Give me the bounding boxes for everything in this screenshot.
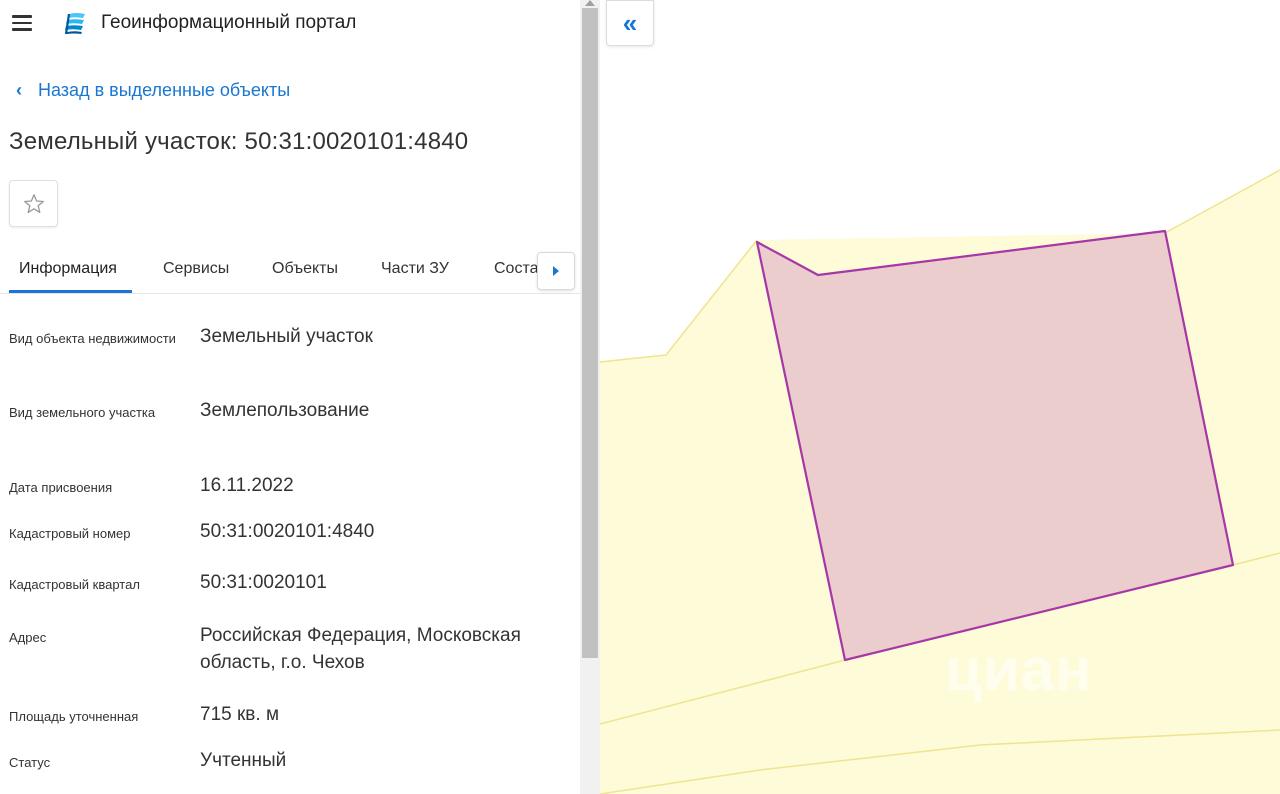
tabs-scroll-right-button[interactable] bbox=[537, 252, 575, 290]
active-tab-indicator bbox=[9, 290, 132, 293]
back-to-selected-link[interactable]: ‹ Назад в выделенные объекты bbox=[16, 80, 290, 101]
property-label-cadastral-number: Кадастровый номер bbox=[9, 526, 131, 541]
property-value-realty-type: Земельный участок bbox=[200, 326, 373, 347]
tab-bar: Информация Сервисы Объекты Части ЗУ Сост… bbox=[0, 248, 580, 294]
tab-information[interactable]: Информация bbox=[19, 260, 117, 278]
scrollbar-thumb[interactable] bbox=[582, 8, 598, 658]
property-label-address: Адрес bbox=[9, 630, 47, 645]
hamburger-menu-icon[interactable] bbox=[12, 15, 32, 31]
favorite-button[interactable] bbox=[9, 180, 58, 227]
property-value-cadastral-quarter: 50:31:0020101 bbox=[200, 572, 327, 593]
map-canvas[interactable]: циан bbox=[600, 0, 1280, 794]
property-label-assign-date: Дата присвоения bbox=[9, 480, 113, 495]
property-label-cadastral-quarter: Кадастровый квартал bbox=[9, 577, 140, 592]
double-chevron-left-icon: « bbox=[622, 7, 638, 38]
collapse-panel-button[interactable]: « bbox=[606, 0, 654, 46]
tab-parcel-parts[interactable]: Части ЗУ bbox=[381, 260, 449, 278]
caret-right-icon bbox=[553, 266, 559, 276]
property-label-status: Статус bbox=[9, 755, 51, 770]
property-label-area: Площадь уточненная bbox=[9, 709, 139, 724]
map-svg bbox=[600, 169, 1280, 794]
property-value-cadastral-number: 50:31:0020101:4840 bbox=[200, 521, 375, 542]
cian-watermark: циан bbox=[945, 636, 1093, 703]
tab-objects[interactable]: Объекты bbox=[272, 260, 338, 278]
page-title: Земельный участок: 50:31:0020101:4840 bbox=[9, 128, 469, 155]
app-title: Геоинформационный портал bbox=[101, 12, 357, 33]
app-header: Геоинформационный портал bbox=[0, 0, 580, 46]
property-value-status: Учтенный bbox=[200, 750, 287, 771]
panel-scrollbar[interactable] bbox=[580, 0, 600, 794]
property-value-address: Российская Федерация, Московская область… bbox=[200, 625, 521, 673]
property-value-assign-date: 16.11.2022 bbox=[200, 475, 294, 496]
object-info-panel: Геоинформационный портал ‹ Назад в выдел… bbox=[0, 0, 580, 794]
portal-logo-icon bbox=[64, 13, 85, 35]
back-link-label: Назад в выделенные объекты bbox=[38, 80, 291, 100]
scroll-up-arrow-icon[interactable] bbox=[585, 0, 595, 6]
property-value-area: 715 кв. м bbox=[200, 704, 280, 725]
property-label-realty-type: Вид объекта недвижимости bbox=[9, 331, 176, 346]
tab-services[interactable]: Сервисы bbox=[163, 260, 229, 278]
property-value-parcel-type: Землепользование bbox=[200, 400, 370, 421]
property-label-parcel-type: Вид земельного участка bbox=[9, 405, 156, 420]
chevron-left-icon: ‹ bbox=[16, 80, 22, 100]
star-icon bbox=[23, 193, 44, 213]
